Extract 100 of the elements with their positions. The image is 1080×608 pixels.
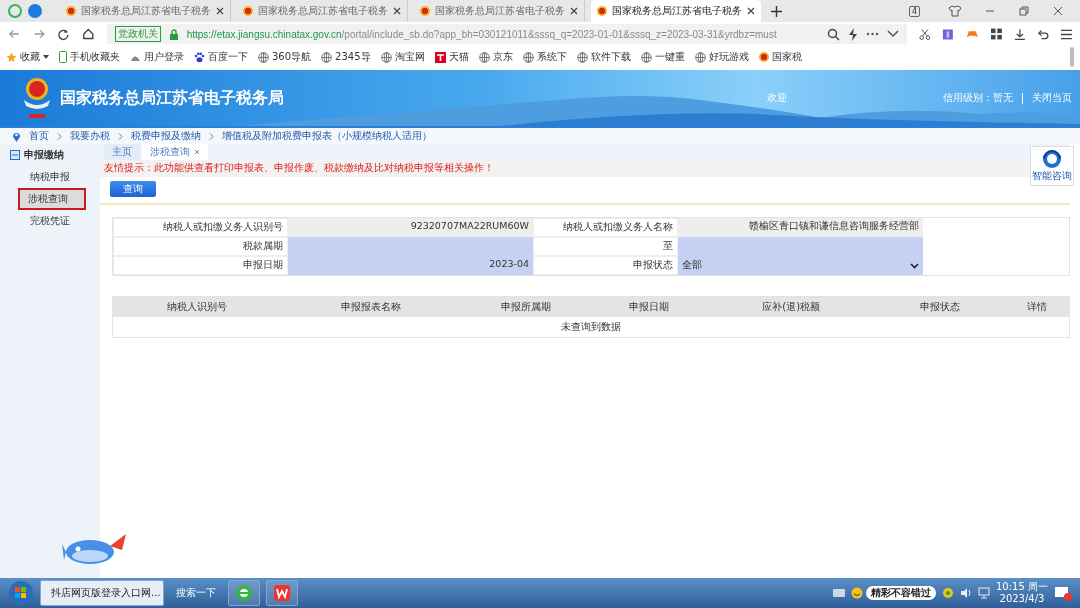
browser-tab[interactable]: 国家税务总局江苏省电子税务 (591, 0, 761, 22)
page-tab[interactable]: 主页 (104, 144, 140, 160)
query-button[interactable]: 查询 (110, 181, 156, 197)
breadcrumb-link[interactable]: 增值税及附加税费申报表（小规模纳税人适用） (222, 129, 432, 143)
chevron-right-icon (118, 132, 123, 140)
sidebar-item[interactable]: 纳税申报 (0, 167, 100, 187)
field-label: 纳税人或扣缴义务人识别号 (113, 218, 288, 237)
more-icon[interactable] (865, 32, 879, 36)
page-tab[interactable]: 涉税查询 (142, 144, 208, 160)
star-icon (6, 51, 17, 63)
emblem-icon (597, 6, 607, 16)
caret-icon (910, 262, 919, 269)
field-label: 纳税人或扣缴义务人名称 (533, 218, 678, 237)
menu-icon[interactable] (1061, 28, 1072, 40)
emblem-icon (420, 6, 430, 16)
forward-icon[interactable] (32, 27, 46, 41)
apps-icon[interactable] (990, 28, 1002, 40)
readonly-field: 92320707MA22RUM60W (288, 218, 533, 237)
bookmark-item[interactable]: 系统下 (522, 50, 567, 64)
taskbar-app[interactable] (228, 580, 260, 606)
close-icon[interactable] (216, 7, 224, 15)
readonly-field: 赣榆区青口镇和谦信息咨询服务经营部 (678, 218, 923, 237)
gov-badge: 党政机关 (114, 26, 161, 42)
taskbar-app[interactable]: 抖店网页版登录入口网... (40, 580, 164, 606)
scrollbar-thumb[interactable] (1070, 47, 1074, 67)
bookmark-item[interactable]: 好玩游戏 (694, 50, 749, 64)
bookmark-item[interactable]: 百度一下 (194, 50, 248, 64)
bookmark-item[interactable]: 软件下载 (576, 50, 631, 64)
assistant-button[interactable]: 智能咨询 (1030, 146, 1074, 186)
bookmark-item[interactable]: 天猫 (434, 50, 469, 64)
zoom-icon[interactable] (826, 27, 840, 41)
url-text: https://etax.jiangsu.chinatax.gov.cn/portal/include_sb.do?app_bh=030121011&sssq_q=2023-01-01&sssq_z=2023-03-31&yrdbz=must (186, 28, 777, 40)
smiley-icon (851, 587, 863, 599)
taskbar-clock[interactable]: 10:15 周一 2023/4/3 (996, 581, 1048, 605)
sidebar-item[interactable]: 涉税查询 (18, 188, 86, 210)
globe-icon (478, 51, 490, 63)
office-logo-icon (273, 584, 291, 602)
game-icon[interactable] (966, 28, 979, 40)
undo-icon[interactable] (1037, 27, 1050, 41)
sidebar-heading: 申报缴纳 (24, 148, 64, 162)
bookmark-item[interactable]: 收藏 (6, 50, 49, 64)
status-select[interactable]: 全部 (678, 256, 923, 275)
browser-logo-icon (235, 584, 253, 602)
column-header: 纳税人识别号 (113, 297, 281, 317)
speaker-icon[interactable] (960, 587, 972, 599)
field-label: 申报状态 (533, 256, 678, 275)
reload-icon[interactable] (57, 27, 70, 41)
bookmark-item[interactable]: 一键重 (640, 50, 685, 64)
close-icon[interactable] (570, 7, 578, 15)
emblem-icon (66, 6, 76, 16)
column-header: 应补(退)税额 (707, 297, 876, 317)
paw-icon (194, 51, 205, 63)
taskbar-app[interactable] (266, 580, 298, 606)
bookmark-item[interactable]: 360导航 (258, 50, 312, 64)
globe-icon (258, 51, 269, 63)
input-field[interactable]: 2023-04 (288, 256, 533, 275)
breadcrumb-link[interactable]: 税费申报及缴纳 (131, 129, 201, 143)
restore-icon[interactable] (1018, 5, 1030, 17)
close-icon[interactable] (747, 7, 755, 15)
grid-icon (10, 150, 20, 160)
column-header: 申报报表名称 (280, 297, 462, 317)
download-icon[interactable] (1013, 27, 1026, 41)
input-field[interactable] (678, 237, 923, 256)
notification-icon[interactable] (1054, 584, 1072, 602)
globe-icon (640, 51, 652, 63)
book-icon[interactable] (942, 27, 955, 41)
close-icon[interactable] (1052, 5, 1064, 17)
scissors-icon[interactable] (918, 27, 931, 41)
welcome-text: 欢迎 (767, 91, 787, 105)
chevron-down-icon[interactable] (886, 30, 899, 38)
start-icon[interactable] (8, 580, 34, 606)
site-title: 国家税务总局江苏省电子税务局 (60, 87, 284, 109)
network-icon[interactable] (978, 587, 990, 599)
chevron-right-icon (209, 132, 214, 140)
lightning-icon[interactable] (847, 27, 858, 41)
globe-icon (694, 51, 706, 63)
bookmark-item[interactable]: 用户登录 (130, 50, 184, 64)
sidebar-item[interactable]: 完税凭证 (0, 211, 100, 231)
bookmark-item[interactable]: 京东 (478, 50, 513, 64)
empty-message: 未查询到数据 (560, 320, 622, 334)
column-header: 详情 (1004, 297, 1069, 317)
home-icon[interactable] (81, 27, 95, 41)
bookmark-item[interactable]: 手机收藏夹 (59, 50, 120, 64)
new-tab-icon[interactable] (771, 5, 782, 17)
emblem-icon (758, 52, 769, 62)
shirt-icon[interactable] (948, 4, 962, 18)
breadcrumb-link[interactable]: 我要办税 (70, 129, 110, 143)
field-label: 申报日期 (113, 256, 288, 275)
bookmark-item[interactable]: 淘宝网 (380, 50, 425, 64)
breadcrumb-link[interactable]: 首页 (29, 129, 49, 143)
bookmark-item[interactable]: 国家税 (758, 50, 802, 64)
back-icon[interactable] (8, 27, 21, 41)
globe-icon (522, 51, 534, 63)
taskbar-search[interactable]: 搜索一下 (170, 581, 222, 605)
chevron-right-icon (57, 132, 62, 140)
tab-count[interactable]: 4 (908, 5, 920, 17)
input-field[interactable] (288, 237, 533, 256)
close-icon[interactable] (393, 7, 401, 15)
emblem-icon (243, 6, 253, 16)
bookmark-item[interactable]: 2345导 (321, 50, 371, 64)
